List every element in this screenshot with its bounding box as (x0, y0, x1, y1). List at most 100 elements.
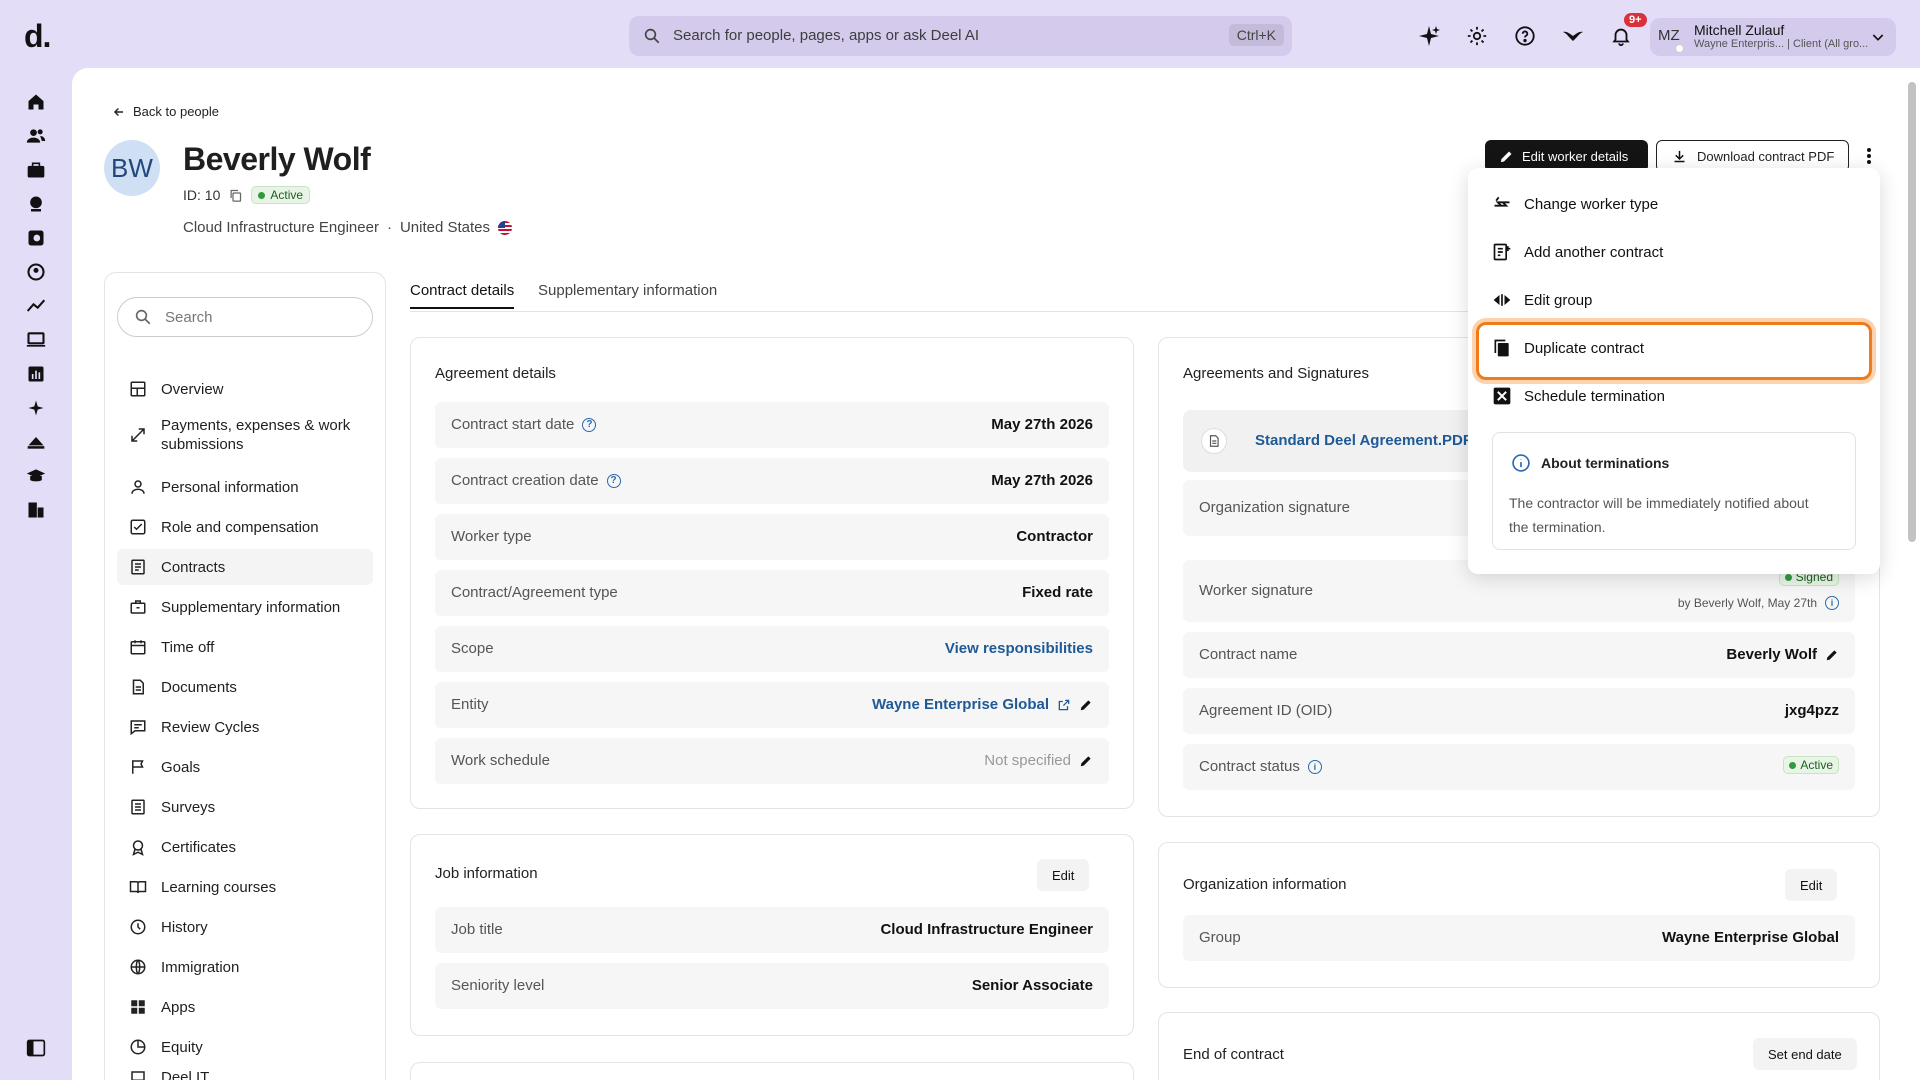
deel-logo[interactable]: d. (24, 18, 51, 55)
row-label: Seniority level (451, 977, 545, 994)
menu-item-label: Edit group (1524, 291, 1593, 309)
sidebar-item-label: Personal information (161, 478, 299, 496)
people-icon[interactable] (26, 126, 46, 146)
row-value: Fixed rate (1022, 584, 1093, 601)
sidebar-item-label: Review Cycles (161, 718, 260, 736)
notification-count-badge: 9+ (1624, 13, 1647, 27)
download-icon (1674, 150, 1685, 162)
sidebar-item-label: Certificates (161, 838, 237, 856)
sidebar-item-overview[interactable]: Overview (117, 371, 373, 407)
sidebar-item-documents[interactable]: Documents (117, 669, 373, 705)
detail-row: Work schedule Not specified (435, 738, 1109, 784)
page-scrollbar[interactable] (1908, 82, 1916, 542)
chat-icon (130, 720, 146, 736)
sidebar-item-certificates[interactable]: Certificates (117, 829, 373, 865)
row-value: Beverly Wolf (1726, 646, 1817, 663)
tab-contract-details[interactable]: Contract details (410, 282, 515, 309)
sidebar-item-contracts[interactable]: Contracts (117, 549, 373, 585)
home-icon[interactable] (26, 92, 46, 112)
sidebar-item-payments[interactable]: Payments, expenses & work submissions (117, 413, 373, 457)
menu-item-add-another-contract[interactable]: Add another contract (1492, 242, 1663, 262)
detail-row: Contract/Agreement type Fixed rate (435, 570, 1109, 616)
row-label: Scope (451, 640, 494, 657)
search-placeholder: Search for people, pages, apps or ask De… (673, 27, 980, 44)
row-label: Organization signature (1199, 499, 1350, 516)
sidebar-item-apps[interactable]: Apps (117, 989, 373, 1025)
sidebar-item-immigration[interactable]: Immigration (117, 949, 373, 985)
detail-row: Worker type Contractor (435, 514, 1109, 560)
status-badge: Active (1783, 756, 1839, 774)
menu-item-edit-group[interactable]: Edit group (1492, 290, 1592, 310)
deel-ai-sparkle-icon[interactable] (1413, 20, 1445, 52)
next-card (410, 1062, 1134, 1080)
pencil-icon[interactable] (1825, 648, 1839, 662)
agreement-pdf-link[interactable]: Standard Deel Agreement.PDF (1255, 432, 1472, 449)
sidebar-item-surveys[interactable]: Surveys (117, 789, 373, 825)
buildings-icon[interactable] (26, 500, 46, 520)
chevron-down-icon (1872, 34, 1884, 41)
row-label: Agreement ID (OID) (1199, 702, 1333, 719)
back-to-people-link[interactable]: Back to people (112, 104, 219, 119)
sidebar-item-review-cycles[interactable]: Review Cycles (117, 709, 373, 745)
row-label: Worker signature (1199, 582, 1313, 599)
worker-role: Cloud Infrastructure Engineer (183, 219, 379, 236)
org-chart-icon[interactable] (26, 262, 46, 282)
sidebar-item-personal-information[interactable]: Personal information (117, 469, 373, 505)
analytics-icon[interactable] (26, 296, 46, 316)
wellbeing-icon[interactable] (26, 194, 46, 214)
feedback-bird-icon[interactable] (1557, 20, 1589, 52)
edit-organization-button[interactable]: Edit (1785, 869, 1838, 901)
certificate-icon (132, 840, 144, 856)
sidebar-item-time-off[interactable]: Time off (117, 629, 373, 665)
ai-sparkle-icon[interactable] (26, 398, 46, 418)
learning-icon[interactable] (26, 466, 46, 486)
sidebar-item-deel-it[interactable]: Deel IT (117, 1069, 373, 1080)
global-search-input[interactable]: Search for people, pages, apps or ask De… (629, 16, 1292, 56)
cloud-icon[interactable] (26, 432, 46, 452)
sidebar-item-label: Documents (161, 678, 237, 696)
pencil-icon[interactable] (1079, 754, 1093, 768)
info-icon[interactable]: i (1825, 596, 1839, 610)
payroll-icon[interactable] (26, 228, 46, 248)
pencil-icon[interactable] (1079, 698, 1093, 712)
user-menu[interactable]: MZ Mitchell Zulauf Wayne Enterpris... | … (1650, 18, 1896, 56)
help-icon[interactable] (1509, 20, 1541, 52)
settings-gear-icon[interactable] (1461, 20, 1493, 52)
sidebar-item-supplementary-information[interactable]: Supplementary information (117, 589, 373, 625)
external-link-icon[interactable] (1057, 698, 1071, 712)
info-icon[interactable]: i (1307, 759, 1322, 774)
detail-row: Agreement ID (OID) jxg4pzz (1183, 688, 1855, 734)
sidebar-item-goals[interactable]: Goals (117, 749, 373, 785)
menu-item-schedule-termination[interactable]: Schedule termination (1492, 386, 1665, 406)
job-information-card: Job information Edit Job title Cloud Inf… (410, 834, 1134, 1036)
sidebar-item-history[interactable]: History (117, 909, 373, 945)
menu-item-change-worker-type[interactable]: Change worker type (1492, 194, 1658, 214)
row-label: Job title (451, 921, 503, 938)
devices-icon[interactable] (26, 330, 46, 350)
info-question-icon[interactable]: ? (582, 417, 597, 432)
swap-arrows-icon (1494, 196, 1510, 207)
more-options-icon[interactable] (1860, 144, 1878, 168)
info-question-icon[interactable]: ? (606, 473, 621, 488)
briefcase-icon[interactable] (26, 160, 46, 180)
edit-job-button[interactable]: Edit (1037, 859, 1090, 891)
set-end-date-button[interactable]: Set end date (1753, 1038, 1857, 1070)
reports-icon[interactable] (26, 364, 46, 384)
card-title: Agreement details (435, 365, 556, 382)
menu-item-duplicate-contract-content[interactable]: Duplicate contract (1492, 338, 1644, 358)
sidebar-item-equity[interactable]: Equity (117, 1029, 373, 1065)
entity-link[interactable]: Wayne Enterprise Global (872, 696, 1049, 713)
copy-icon[interactable] (228, 188, 243, 203)
detail-row: Contract start date? May 27th 2026 (435, 402, 1109, 448)
sidebar-item-learning-courses[interactable]: Learning courses (117, 869, 373, 905)
tab-supplementary-information[interactable]: Supplementary information (538, 282, 717, 307)
view-responsibilities-link[interactable]: View responsibilities (945, 640, 1093, 657)
organization-information-card: Organization information Edit Group Wayn… (1158, 842, 1880, 988)
row-value: May 27th 2026 (991, 416, 1093, 433)
collapse-sidebar-icon[interactable] (26, 1038, 46, 1058)
row-label: Contract start date (451, 416, 575, 433)
row-label: Contract name (1199, 646, 1298, 663)
sidebar-item-role-compensation[interactable]: Role and compensation (117, 509, 373, 545)
sidebar-search-input[interactable]: Search (117, 297, 373, 337)
menu-item-label: Change worker type (1524, 195, 1659, 213)
